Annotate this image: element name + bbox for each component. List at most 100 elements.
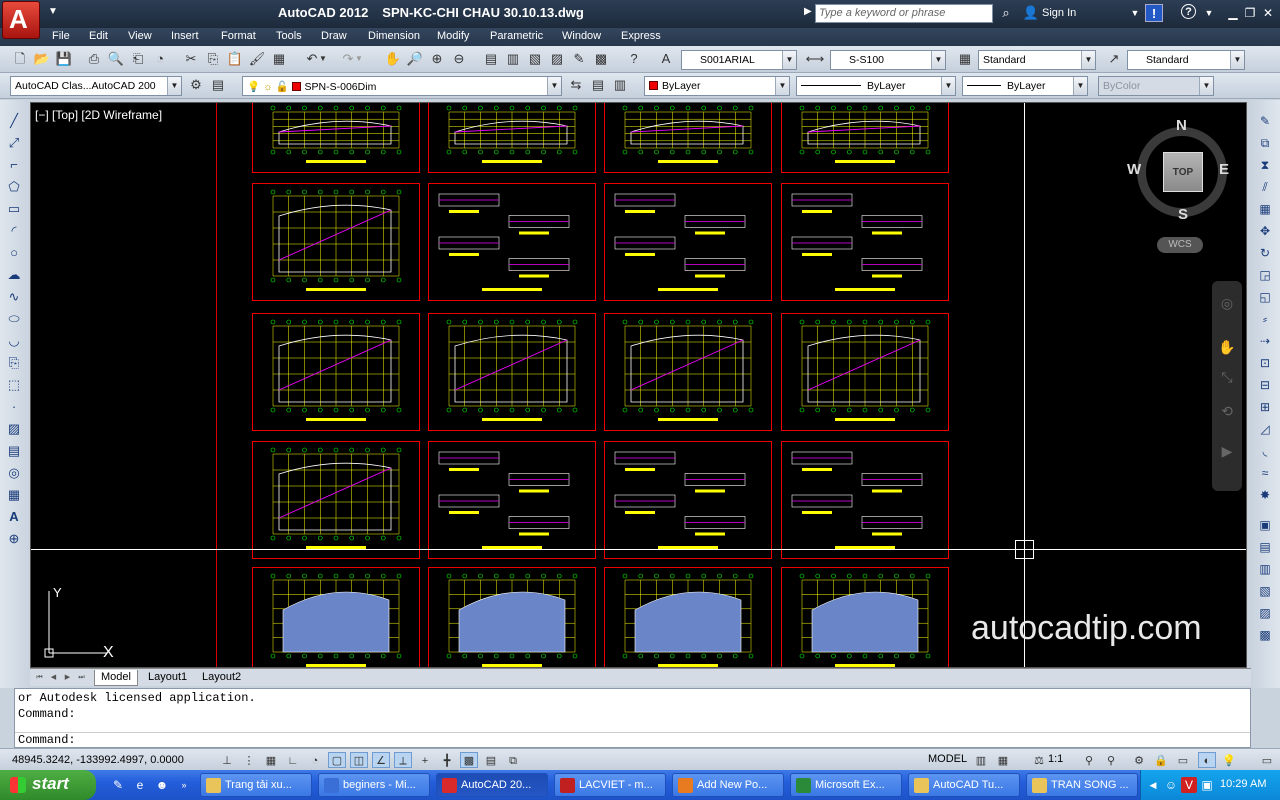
- zoom-extents-icon[interactable]: ⤡: [1217, 367, 1237, 387]
- copy-icon[interactable]: ⎘: [203, 50, 223, 68]
- taskbar-button[interactable]: beginers - Mi...: [318, 773, 430, 797]
- hardware-acceleration-icon[interactable]: ▭: [1174, 752, 1192, 768]
- copy-object-icon[interactable]: ⧉: [1256, 134, 1274, 152]
- selection-cycling-icon[interactable]: ⧉: [504, 752, 522, 768]
- redo-dropdown-icon[interactable]: ▼: [354, 50, 364, 68]
- plot-preview-icon[interactable]: 🔍: [106, 50, 126, 68]
- quick-properties-icon[interactable]: ▤: [482, 752, 500, 768]
- table-style-select[interactable]: Standard ▼: [978, 50, 1096, 70]
- zoom-previous-icon[interactable]: ⊖: [449, 50, 469, 68]
- insert-block-icon[interactable]: ⎘: [5, 354, 23, 372]
- qnew-icon[interactable]: 🗋: [10, 50, 30, 68]
- hatch-icon[interactable]: ▨: [5, 420, 23, 438]
- text-style-select[interactable]: S001ARIAL ▼: [681, 50, 797, 70]
- undo-dropdown-icon[interactable]: ▼: [318, 50, 328, 68]
- linetype-select[interactable]: ByLayer ▼: [796, 76, 956, 96]
- showmotion-icon[interactable]: ▶: [1217, 441, 1237, 461]
- ortho-mode-icon[interactable]: ∟: [284, 752, 302, 768]
- command-window[interactable]: or Autodesk licensed application. Comman…: [14, 688, 1251, 748]
- coordinates-display[interactable]: 48945.3242, -133992.4997, 0.0000: [12, 754, 184, 766]
- menu-tools[interactable]: Tools: [276, 30, 302, 42]
- orbit-icon[interactable]: ⟲: [1217, 401, 1237, 421]
- drawing-area[interactable]: [−] [Top] [2D Wireframe] autocadtip.com …: [30, 102, 1247, 668]
- object-snap-tracking-icon[interactable]: ∠: [372, 752, 390, 768]
- polygon-icon[interactable]: ⬠: [5, 178, 23, 196]
- user-icon[interactable]: 👤: [1022, 4, 1040, 22]
- taskbar-button[interactable]: AutoCAD 20...: [436, 773, 548, 797]
- menu-format[interactable]: Format: [221, 30, 256, 42]
- compass-south[interactable]: S: [1178, 206, 1188, 223]
- plot-icon[interactable]: ⎙: [84, 50, 104, 68]
- extend-icon[interactable]: ⇢: [1256, 332, 1274, 350]
- menu-file[interactable]: File: [52, 30, 70, 42]
- restore-button[interactable]: ❐: [1242, 5, 1258, 21]
- tab-layout2[interactable]: Layout2: [196, 670, 247, 686]
- make-block-icon[interactable]: ⬚: [5, 376, 23, 394]
- quicklaunch-notepad-icon[interactable]: ✎: [110, 777, 126, 793]
- color-select[interactable]: ByLayer ▼: [644, 76, 790, 96]
- search-input[interactable]: Type a keyword or phrase: [815, 4, 993, 23]
- quick-view-layouts-icon[interactable]: ▥: [972, 752, 990, 768]
- markup-icon[interactable]: ✎: [569, 50, 589, 68]
- erase-icon[interactable]: ✎: [1256, 112, 1274, 130]
- workspace-select[interactable]: AutoCAD Clas...AutoCAD 200 ▼: [10, 76, 182, 96]
- gradient-icon[interactable]: ▤: [5, 442, 23, 460]
- make-object-layer-current-icon[interactable]: ⇆: [566, 76, 586, 94]
- layer-previous-icon[interactable]: ▤: [588, 76, 608, 94]
- quicklaunch-messenger-icon[interactable]: ☻: [154, 777, 170, 793]
- array-icon[interactable]: ▦: [1256, 200, 1274, 218]
- rectangle-icon[interactable]: ▭: [5, 200, 23, 218]
- help-icon[interactable]: ?: [1181, 4, 1196, 19]
- send-back-icon[interactable]: ▥: [1256, 560, 1274, 578]
- break-point-icon[interactable]: ⊡: [1256, 354, 1274, 372]
- menu-edit[interactable]: Edit: [89, 30, 108, 42]
- text-front-icon[interactable]: ▩: [1256, 626, 1274, 644]
- save-icon[interactable]: 💾: [54, 50, 74, 68]
- construction-line-icon[interactable]: ⤢: [5, 134, 23, 152]
- menu-insert[interactable]: Insert: [171, 30, 199, 42]
- menu-window[interactable]: Window: [562, 30, 601, 42]
- region-icon[interactable]: ◎: [5, 464, 23, 482]
- menu-view[interactable]: View: [128, 30, 152, 42]
- tray-messenger-icon[interactable]: ☺: [1163, 777, 1179, 793]
- quicklaunch-ie-icon[interactable]: e: [132, 777, 148, 793]
- compass-north[interactable]: N: [1176, 117, 1187, 134]
- start-button[interactable]: start: [0, 770, 96, 800]
- mleader-style-icon[interactable]: ↗: [1104, 50, 1124, 68]
- close-button[interactable]: ✕: [1260, 5, 1276, 21]
- tray-network-icon[interactable]: ▣: [1199, 777, 1215, 793]
- circle-icon[interactable]: ○: [5, 244, 23, 262]
- taskbar-button[interactable]: Trang tải xu...: [200, 773, 312, 797]
- chamfer-icon[interactable]: ◿: [1256, 420, 1274, 438]
- pan-icon[interactable]: ✋: [383, 50, 403, 68]
- polar-tracking-icon[interactable]: ◔: [306, 752, 324, 768]
- clean-screen-icon[interactable]: ▭: [1258, 752, 1276, 768]
- dim-style-select[interactable]: S-S100 ▼: [830, 50, 946, 70]
- stretch-icon[interactable]: ◱: [1256, 288, 1274, 306]
- sign-in-link[interactable]: Sign In: [1042, 7, 1076, 19]
- draworder-icon[interactable]: ▣: [1256, 516, 1274, 534]
- layer-manager-icon[interactable]: ▤: [208, 76, 228, 94]
- exchange-icon[interactable]: !: [1145, 4, 1163, 22]
- trim-icon[interactable]: ⸗: [1256, 310, 1274, 328]
- join-icon[interactable]: ⊞: [1256, 398, 1274, 416]
- help-toolbar-icon[interactable]: ?: [624, 50, 644, 68]
- polyline-icon[interactable]: ⌐: [5, 156, 23, 174]
- next-tab-icon[interactable]: ▶: [62, 672, 73, 683]
- open-icon[interactable]: 📂: [32, 50, 52, 68]
- snap-mode-icon[interactable]: ⋮: [240, 752, 258, 768]
- tab-layout1[interactable]: Layout1: [142, 670, 193, 686]
- tool-palettes-icon[interactable]: ▧: [525, 50, 545, 68]
- object-snap-icon[interactable]: ▢: [328, 752, 346, 768]
- search-icon[interactable]: ⌕: [997, 4, 1015, 22]
- tab-model[interactable]: Model: [94, 670, 138, 686]
- text-style-icon[interactable]: A: [656, 50, 676, 68]
- properties-icon[interactable]: ▤: [481, 50, 501, 68]
- paste-icon[interactable]: 📋: [225, 50, 245, 68]
- bring-above-icon[interactable]: ▧: [1256, 582, 1274, 600]
- lightbulb-status-icon[interactable]: 💡: [1220, 752, 1238, 768]
- grid-display-icon[interactable]: ▦: [262, 752, 280, 768]
- table-style-icon[interactable]: ▦: [955, 50, 975, 68]
- steering-wheel-icon[interactable]: ◎: [1217, 293, 1237, 313]
- compass-west[interactable]: W: [1127, 161, 1141, 178]
